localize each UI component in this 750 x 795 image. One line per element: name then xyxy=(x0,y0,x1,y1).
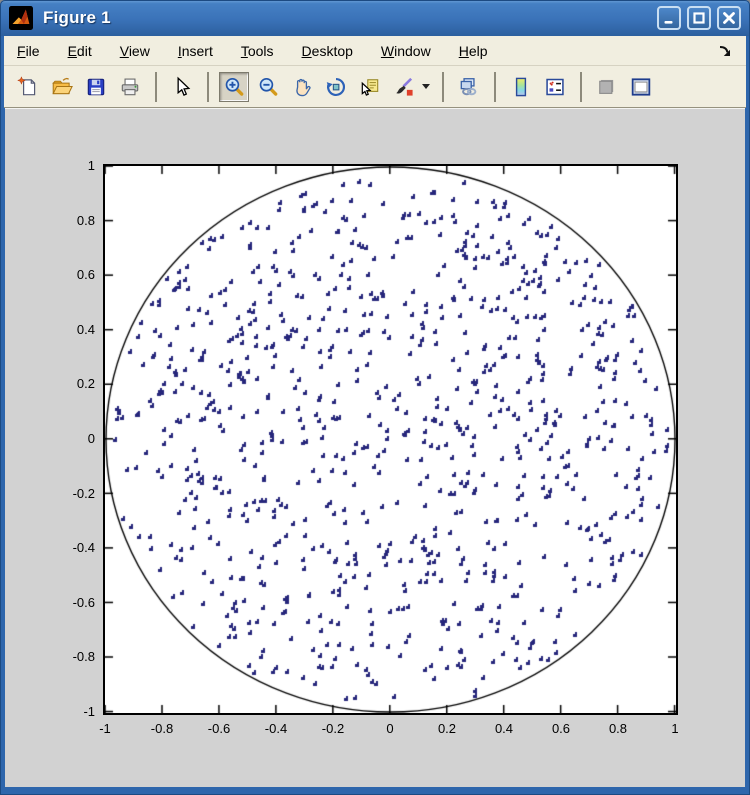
x-tick-label: 0.2 xyxy=(417,721,477,737)
x-tick-label: 1 xyxy=(645,721,705,737)
y-tick-label: 0.4 xyxy=(39,322,95,338)
y-tick-label: -0.8 xyxy=(39,649,95,665)
rotate-3d-button[interactable] xyxy=(321,72,351,102)
pan-button[interactable] xyxy=(287,72,317,102)
data-cursor-button[interactable] xyxy=(355,72,385,102)
x-tick-label: 0 xyxy=(360,721,420,737)
titlebar: Figure 1 xyxy=(0,0,750,36)
y-tick-label: -0.6 xyxy=(39,595,95,611)
edit-plot-button[interactable] xyxy=(167,72,197,102)
insert-legend-icon xyxy=(544,76,566,98)
open-folder-icon xyxy=(51,76,73,98)
show-plot-tools-icon xyxy=(630,76,652,98)
minimize-icon xyxy=(661,10,677,26)
brush-data-button[interactable] xyxy=(389,72,419,102)
x-tick-label: 0.8 xyxy=(588,721,648,737)
link-plot-button[interactable] xyxy=(454,72,484,102)
y-tick-label: -0.2 xyxy=(39,486,95,502)
data-cursor-icon xyxy=(359,76,381,98)
y-tick-label: -1 xyxy=(39,704,95,720)
y-tick-label: 0.6 xyxy=(39,267,95,283)
menu-view[interactable]: View xyxy=(120,43,150,59)
toolbar xyxy=(4,66,746,108)
insert-colorbar-button[interactable] xyxy=(506,72,536,102)
maximize-icon xyxy=(691,10,707,26)
rotate-3d-icon xyxy=(325,76,347,98)
zoom-out-icon xyxy=(257,76,279,98)
minimize-button[interactable] xyxy=(657,6,681,30)
toolbar-separator xyxy=(442,72,444,102)
new-figure-icon xyxy=(17,76,39,98)
menu-help[interactable]: Help xyxy=(459,43,488,59)
axes-box xyxy=(103,164,678,715)
maximize-button[interactable] xyxy=(687,6,711,30)
x-tick-label: -0.2 xyxy=(303,721,363,737)
y-tick-label: 0.2 xyxy=(39,376,95,392)
insert-colorbar-icon xyxy=(510,76,532,98)
toolbar-separator xyxy=(580,72,582,102)
x-tick-label: -0.6 xyxy=(189,721,249,737)
y-tick-label: -0.4 xyxy=(39,540,95,556)
x-tick-label: 0.4 xyxy=(474,721,534,737)
pan-hand-icon xyxy=(291,76,313,98)
open-file-button[interactable] xyxy=(47,72,77,102)
y-tick-label: 0.8 xyxy=(39,213,95,229)
dock-arrow-icon[interactable] xyxy=(718,44,732,58)
x-tick-label: -1 xyxy=(75,721,135,737)
hide-plot-tools-icon xyxy=(596,76,618,98)
menu-insert[interactable]: Insert xyxy=(178,43,213,59)
toolbar-separator xyxy=(494,72,496,102)
x-tick-label: 0.6 xyxy=(531,721,591,737)
menu-tools[interactable]: Tools xyxy=(241,43,274,59)
plot-canvas[interactable] xyxy=(105,166,676,713)
y-tick-label: 1 xyxy=(39,158,95,174)
figure-canvas: 10.80.60.40.20-0.2-0.4-0.6-0.8-1 -1-0.8-… xyxy=(5,108,745,787)
window-controls xyxy=(657,6,741,30)
figure-window: Figure 1 File Edit View Insert xyxy=(0,0,750,795)
close-icon xyxy=(721,10,737,26)
show-plot-tools-button[interactable] xyxy=(626,72,656,102)
menu-edit[interactable]: Edit xyxy=(68,43,92,59)
edit-plot-arrow-icon xyxy=(171,76,193,98)
menu-desktop[interactable]: Desktop xyxy=(302,43,353,59)
zoom-in-icon xyxy=(223,76,245,98)
link-plot-icon xyxy=(458,76,480,98)
toolbar-separator xyxy=(155,72,157,102)
window-title: Figure 1 xyxy=(43,8,111,28)
hide-plot-tools-button[interactable] xyxy=(592,72,622,102)
menubar: File Edit View Insert Tools Desktop Wind… xyxy=(4,36,746,66)
print-figure-button[interactable] xyxy=(115,72,145,102)
zoom-out-button[interactable] xyxy=(253,72,283,102)
brush-dropdown-caret-icon[interactable] xyxy=(422,84,430,89)
matlab-logo-icon xyxy=(9,6,33,30)
x-tick-label: -0.8 xyxy=(132,721,192,737)
y-tick-label: 0 xyxy=(39,431,95,447)
menu-window[interactable]: Window xyxy=(381,43,431,59)
save-figure-button[interactable] xyxy=(81,72,111,102)
insert-legend-button[interactable] xyxy=(540,72,570,102)
x-tick-label: -0.4 xyxy=(246,721,306,737)
toolbar-separator xyxy=(207,72,209,102)
printer-icon xyxy=(119,76,141,98)
zoom-in-button[interactable] xyxy=(219,72,249,102)
new-figure-button[interactable] xyxy=(13,72,43,102)
brush-data-icon xyxy=(393,76,415,98)
save-floppy-icon xyxy=(85,76,107,98)
menu-file[interactable]: File xyxy=(17,43,40,59)
close-button[interactable] xyxy=(717,6,741,30)
